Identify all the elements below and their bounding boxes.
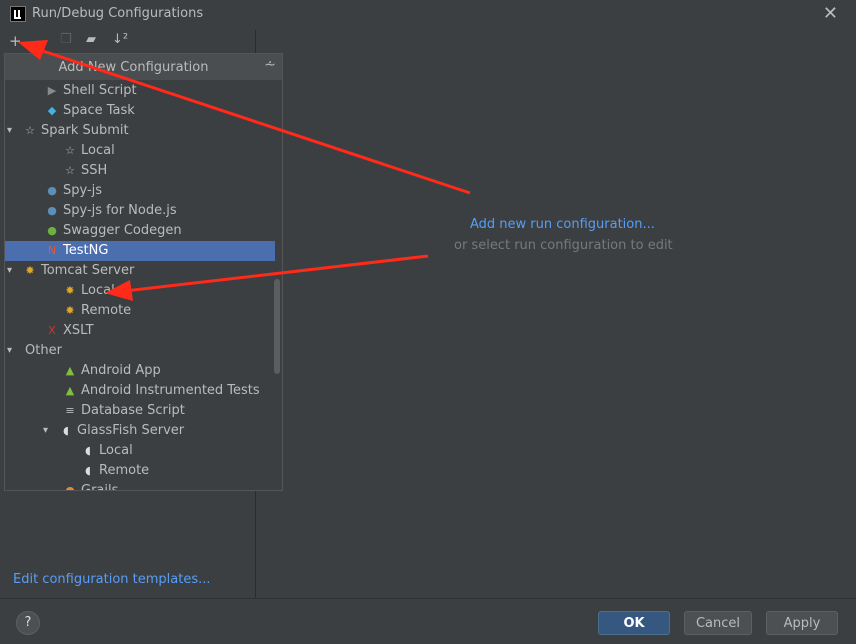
tree-item[interactable]: ● Grails [5, 481, 275, 491]
tree-item[interactable]: ◆ Space Task [5, 101, 275, 121]
spark-icon: ☆ [65, 144, 75, 157]
tree-item-label: Swagger Codegen [63, 223, 182, 238]
chevron-down-icon[interactable]: ▾ [43, 421, 48, 441]
tree-item-label: Shell Script [63, 83, 137, 98]
tree-item-label: Spy-js for Node.js [63, 203, 177, 218]
chevron-down-icon[interactable]: ▾ [7, 121, 12, 141]
tree-item-label: Local [99, 443, 133, 458]
tree-item[interactable]: X XSLT [5, 321, 275, 341]
popup-title: Add New Configuration [58, 60, 209, 75]
tree-item[interactable]: ▶ Shell Script [5, 81, 275, 101]
tree-item[interactable]: ▾ ☆ Spark Submit [5, 121, 275, 141]
space-task-icon: ◆ [47, 104, 57, 117]
tomcat-icon: ✸ [25, 264, 35, 277]
tree-item-label: Remote [81, 303, 132, 318]
tree-item-label: Remote [99, 463, 150, 478]
apply-button[interactable]: Apply [766, 611, 838, 635]
close-icon[interactable]: ✕ [823, 5, 838, 23]
intellij-logo-icon [10, 6, 26, 22]
glassfish-icon: ◖ [85, 444, 91, 457]
popup-header: Add New Configuration ⩪ [5, 54, 282, 80]
shell-script-icon: ▶ [47, 84, 57, 97]
cancel-button[interactable]: Cancel [684, 611, 752, 635]
window-title: Run/Debug Configurations [32, 6, 204, 21]
tree-item-label: Android Instrumented Tests [81, 383, 260, 398]
android-icon: ▲ [65, 384, 75, 397]
folder-icon[interactable]: ▰ [86, 32, 96, 47]
tree-item-label: Space Task [63, 103, 135, 118]
tree-item-label: Spark Submit [41, 123, 129, 138]
tree-item[interactable]: ▾ Other [5, 341, 275, 361]
tree-item[interactable]: ● Spy-js for Node.js [5, 201, 275, 221]
tomcat-icon: ✸ [65, 304, 75, 317]
tree-item[interactable]: ◖ Remote [5, 461, 275, 481]
popup-scrollbar[interactable] [274, 279, 280, 374]
tree-item-label: Database Script [81, 403, 185, 418]
sort-icon[interactable]: ↓² [112, 32, 128, 47]
android-icon: ▲ [65, 364, 75, 377]
add-configuration-popup: Add New Configuration ⩪ ▶ Shell Script ◆ Sp… [4, 53, 283, 491]
tree-item-label: XSLT [63, 323, 94, 338]
chevron-down-icon[interactable]: ▾ [7, 341, 12, 361]
ok-button[interactable]: OK [598, 611, 670, 635]
testng-icon: N [47, 244, 57, 257]
tree-item[interactable]: ☆ Local [5, 141, 275, 161]
tree-item[interactable]: ● Spy-js [5, 181, 275, 201]
tree-item-label: GlassFish Server [77, 423, 185, 438]
tree-item-label: Spy-js [63, 183, 103, 198]
tree-item[interactable]: ▾ ✸ Tomcat Server [5, 261, 275, 281]
edit-templates-link[interactable]: Edit configuration templates... [13, 572, 211, 587]
configuration-detail-panel [256, 30, 856, 598]
tree-item-label: Local [81, 283, 115, 298]
copy-icon[interactable]: ❐ [60, 32, 72, 47]
glassfish-icon: ◖ [63, 424, 69, 437]
collapse-all-icon[interactable]: ⩪ [264, 57, 276, 73]
tree-item[interactable]: ✸ Local [5, 281, 275, 301]
spark-icon: ☆ [25, 124, 35, 137]
spy-js-icon: ● [47, 204, 57, 217]
add-icon[interactable]: + [9, 32, 22, 50]
xslt-icon: X [48, 324, 56, 337]
tree-item[interactable]: ≡ Database Script [5, 401, 275, 421]
tree-item[interactable]: ▲ Android Instrumented Tests [5, 381, 275, 401]
tree-item[interactable]: ● Swagger Codegen [5, 221, 275, 241]
spy-js-icon: ● [47, 184, 57, 197]
dialog-button-bar: ? OK Cancel Apply [0, 598, 856, 644]
swagger-icon: ● [47, 224, 57, 237]
tree-item[interactable]: N TestNG [5, 241, 275, 261]
tree-item-label: Local [81, 143, 115, 158]
tree-item-label: Tomcat Server [41, 263, 135, 278]
select-configuration-hint: or select run configuration to edit [454, 238, 673, 253]
tomcat-icon: ✸ [65, 284, 75, 297]
database-icon: ≡ [65, 404, 75, 417]
glassfish-icon: ◖ [85, 464, 91, 477]
chevron-down-icon[interactable]: ▾ [7, 261, 12, 281]
title-bar: Run/Debug Configurations ✕ [0, 0, 856, 30]
grails-icon: ● [65, 484, 75, 491]
tree-item-label: Android App [81, 363, 161, 378]
tree-item-label: Other [25, 343, 62, 358]
help-button[interactable]: ? [16, 611, 40, 635]
tree-item-label: TestNG [63, 243, 109, 258]
tree-item[interactable]: ▲ Android App [5, 361, 275, 381]
tree-item-label: Grails [81, 483, 119, 491]
tree-item[interactable]: ☆ SSH [5, 161, 275, 181]
tree-item[interactable]: ◖ Local [5, 441, 275, 461]
tree-item[interactable]: ▾ ◖ GlassFish Server [5, 421, 275, 441]
configurations-toolbar: + − ❐ ▰ ↓² [0, 30, 255, 52]
tree-item[interactable]: ✸ Remote [5, 301, 275, 321]
spark-icon: ☆ [65, 164, 75, 177]
tree-item-label: SSH [81, 163, 108, 178]
remove-icon[interactable]: − [35, 32, 48, 50]
add-run-configuration-link[interactable]: Add new run configuration... [470, 217, 655, 232]
